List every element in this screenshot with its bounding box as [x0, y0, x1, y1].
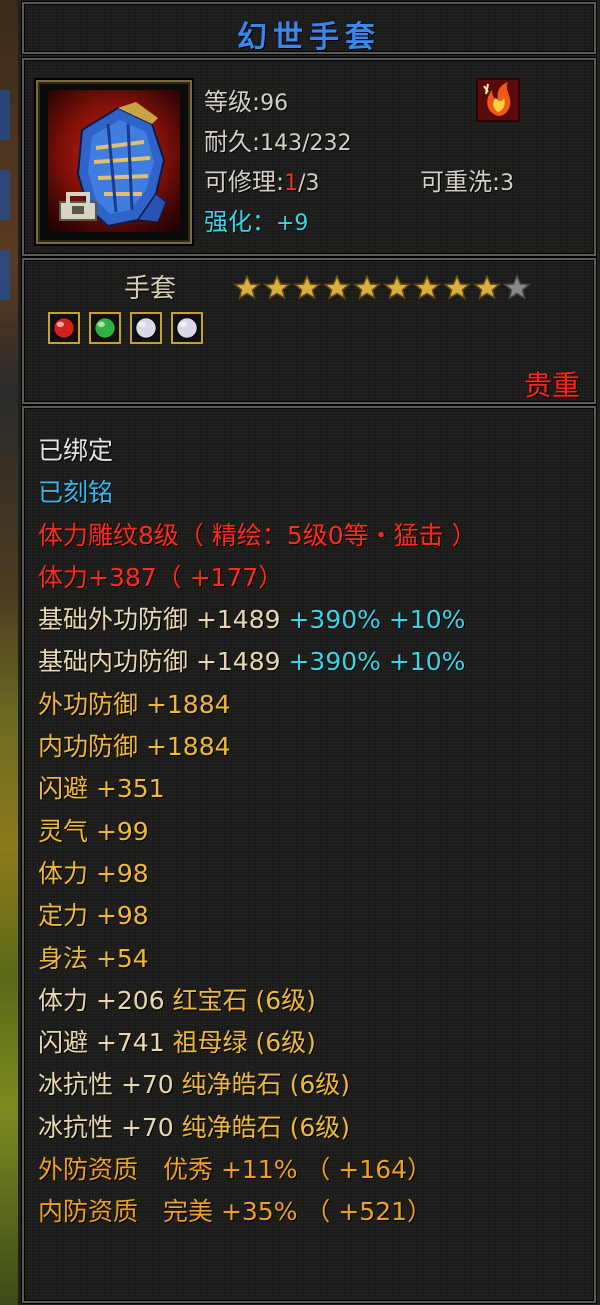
repair-label: 可修理: [204, 168, 276, 196]
item-name: 幻世手套: [237, 20, 381, 55]
ruby-gem-slot[interactable]: [48, 312, 80, 344]
attribute-text: 体力 +98: [38, 858, 149, 888]
attribute-line: 内功防御 +1884: [38, 726, 477, 768]
attribute-text: 身法 +54: [38, 943, 149, 973]
diamond-gem-slot[interactable]: [171, 312, 203, 344]
attribute-text: 闪避 +741: [38, 1028, 173, 1058]
attribute-text: 纯净皓石 (6级): [181, 1070, 351, 1100]
item-tooltip: 幻世手套 等级:96 耐久:143/232 可修理:1/3 可重洗:3 强化：+…: [18, 0, 600, 1305]
attribute-text: 纯净皓石 (6级): [181, 1112, 351, 1142]
star-filled-icon: [263, 274, 291, 300]
star-filled-icon: [353, 274, 381, 300]
rewash-label: 可重洗: [420, 168, 492, 196]
attribute-line: 体力 +206 红宝石 (6级): [38, 980, 477, 1022]
attribute-text: 体力+387（ +177）: [38, 562, 284, 592]
attribute-line: 基础内功防御 +1489 +390% +10%: [38, 641, 477, 683]
attribute-line: 体力 +98: [38, 853, 477, 895]
background-detail: [0, 170, 10, 220]
attribute-text: 体力 +206: [38, 985, 173, 1015]
attribute-line: 已绑定: [38, 430, 477, 472]
item-type: 手套: [124, 274, 177, 304]
repair-used: 1: [284, 171, 299, 196]
attribute-line: 冰抗性 +70 纯净皓石 (6级): [38, 1107, 477, 1149]
diamond-gem-icon: [176, 317, 198, 339]
attribute-text: +390% +10%: [288, 647, 466, 677]
item-type-panel: 手套 贵重: [22, 258, 596, 404]
attribute-text: 内功防御 +1884: [38, 732, 231, 762]
attribute-text: 外防资质 优秀 +11% （ +164）: [38, 1155, 433, 1185]
attribute-text: 基础内功防御 +1489: [38, 647, 289, 677]
level-stat: 等级:96: [204, 88, 289, 116]
attribute-text: 红宝石 (6级): [172, 985, 316, 1015]
item-header-panel: 等级:96 耐久:143/232 可修理:1/3 可重洗:3 强化：+9: [22, 58, 596, 256]
background-detail: [0, 90, 10, 140]
attribute-line: 体力雕纹8级（ 精绘：5级0等・猛击 ）: [38, 515, 477, 557]
attribute-text: 基础外功防御 +1489: [38, 605, 289, 635]
star-filled-icon: [443, 274, 471, 300]
attribute-line: 基础外功防御 +1489 +390% +10%: [38, 599, 477, 641]
durability-label: 耐久: [204, 128, 252, 156]
star-filled-icon: [323, 274, 351, 300]
attribute-list: 已绑定已刻铭体力雕纹8级（ 精绘：5级0等・猛击 ） 体力+387（ +177） 基…: [38, 430, 477, 1234]
attribute-text: 内防资质 完美 +35% （ +521）: [38, 1197, 433, 1227]
attribute-line: 体力+387（ +177）: [38, 557, 477, 599]
attribute-line: 外防资质 优秀 +11% （ +164）: [38, 1149, 477, 1191]
star-empty-icon: [503, 274, 531, 300]
attribute-line: 冰抗性 +70 纯净皓石 (6级): [38, 1064, 477, 1106]
attribute-line: 闪避 +351: [38, 768, 477, 810]
attribute-line: 定力 +98: [38, 895, 477, 937]
star-filled-icon: [413, 274, 441, 300]
attribute-panel: 已绑定已刻铭体力雕纹8级（ 精绘：5级0等・猛击 ） 体力+387（ +177） 基…: [22, 406, 596, 1303]
emerald-gem-slot[interactable]: [89, 312, 121, 344]
attribute-text: 祖母绿 (6级): [172, 1028, 316, 1058]
attribute-text: 已刻铭: [38, 478, 114, 508]
attribute-text: 已绑定: [38, 436, 114, 465]
star-filled-icon: [293, 274, 321, 300]
item-icon: [48, 90, 180, 232]
attribute-text: 外功防御 +1884: [38, 689, 231, 719]
attribute-text: 闪避 +351: [38, 774, 165, 804]
attribute-text: 定力 +98: [38, 901, 149, 931]
flame-badge-icon[interactable]: [476, 78, 520, 122]
level-label: 等级: [204, 88, 252, 116]
durability-value: 143/232: [260, 131, 352, 156]
rewash-value: 3: [500, 171, 515, 196]
star-rating: [232, 274, 532, 300]
background-detail: [0, 250, 10, 300]
attribute-text: 灵气 +99: [38, 816, 149, 846]
enhance-value: +9: [276, 211, 309, 236]
attribute-line: 已刻铭: [38, 472, 477, 514]
diamond-gem-icon: [135, 317, 157, 339]
durability-stat: 耐久:143/232: [204, 128, 352, 156]
item-icon-frame[interactable]: [36, 80, 192, 244]
attribute-line: 内防资质 完美 +35% （ +521）: [38, 1191, 477, 1233]
bound-lock-icon: [59, 192, 97, 221]
rarity-label: 贵重: [523, 369, 580, 402]
diamond-gem-slot[interactable]: [130, 312, 162, 344]
attribute-text: 冰抗性 +70: [38, 1070, 182, 1100]
level-value: 96: [260, 91, 289, 116]
star-filled-icon: [473, 274, 501, 300]
attribute-line: 身法 +54: [38, 938, 477, 980]
emerald-gem-icon: [94, 317, 116, 339]
attribute-text: 体力雕纹8级（ 精绘：5级0等・猛击 ）: [38, 520, 477, 550]
title-bar: 幻世手套: [22, 2, 596, 55]
enhance-stat: 强化：+9: [204, 202, 308, 237]
attribute-line: 外功防御 +1884: [38, 684, 477, 726]
repair-total: /3: [298, 171, 320, 196]
star-filled-icon: [233, 274, 261, 300]
repair-stat: 可修理:1/3: [204, 168, 320, 196]
ruby-gem-icon: [53, 317, 75, 339]
attribute-line: 灵气 +99: [38, 811, 477, 853]
star-filled-icon: [383, 274, 411, 300]
attribute-text: 冰抗性 +70: [38, 1112, 182, 1142]
enhance-label: 强化：: [204, 208, 276, 236]
rewash-stat: 可重洗:3: [420, 168, 515, 196]
attribute-line: 闪避 +741 祖母绿 (6级): [38, 1022, 477, 1064]
gem-slots: [48, 312, 203, 344]
attribute-text: +390% +10%: [288, 605, 466, 635]
